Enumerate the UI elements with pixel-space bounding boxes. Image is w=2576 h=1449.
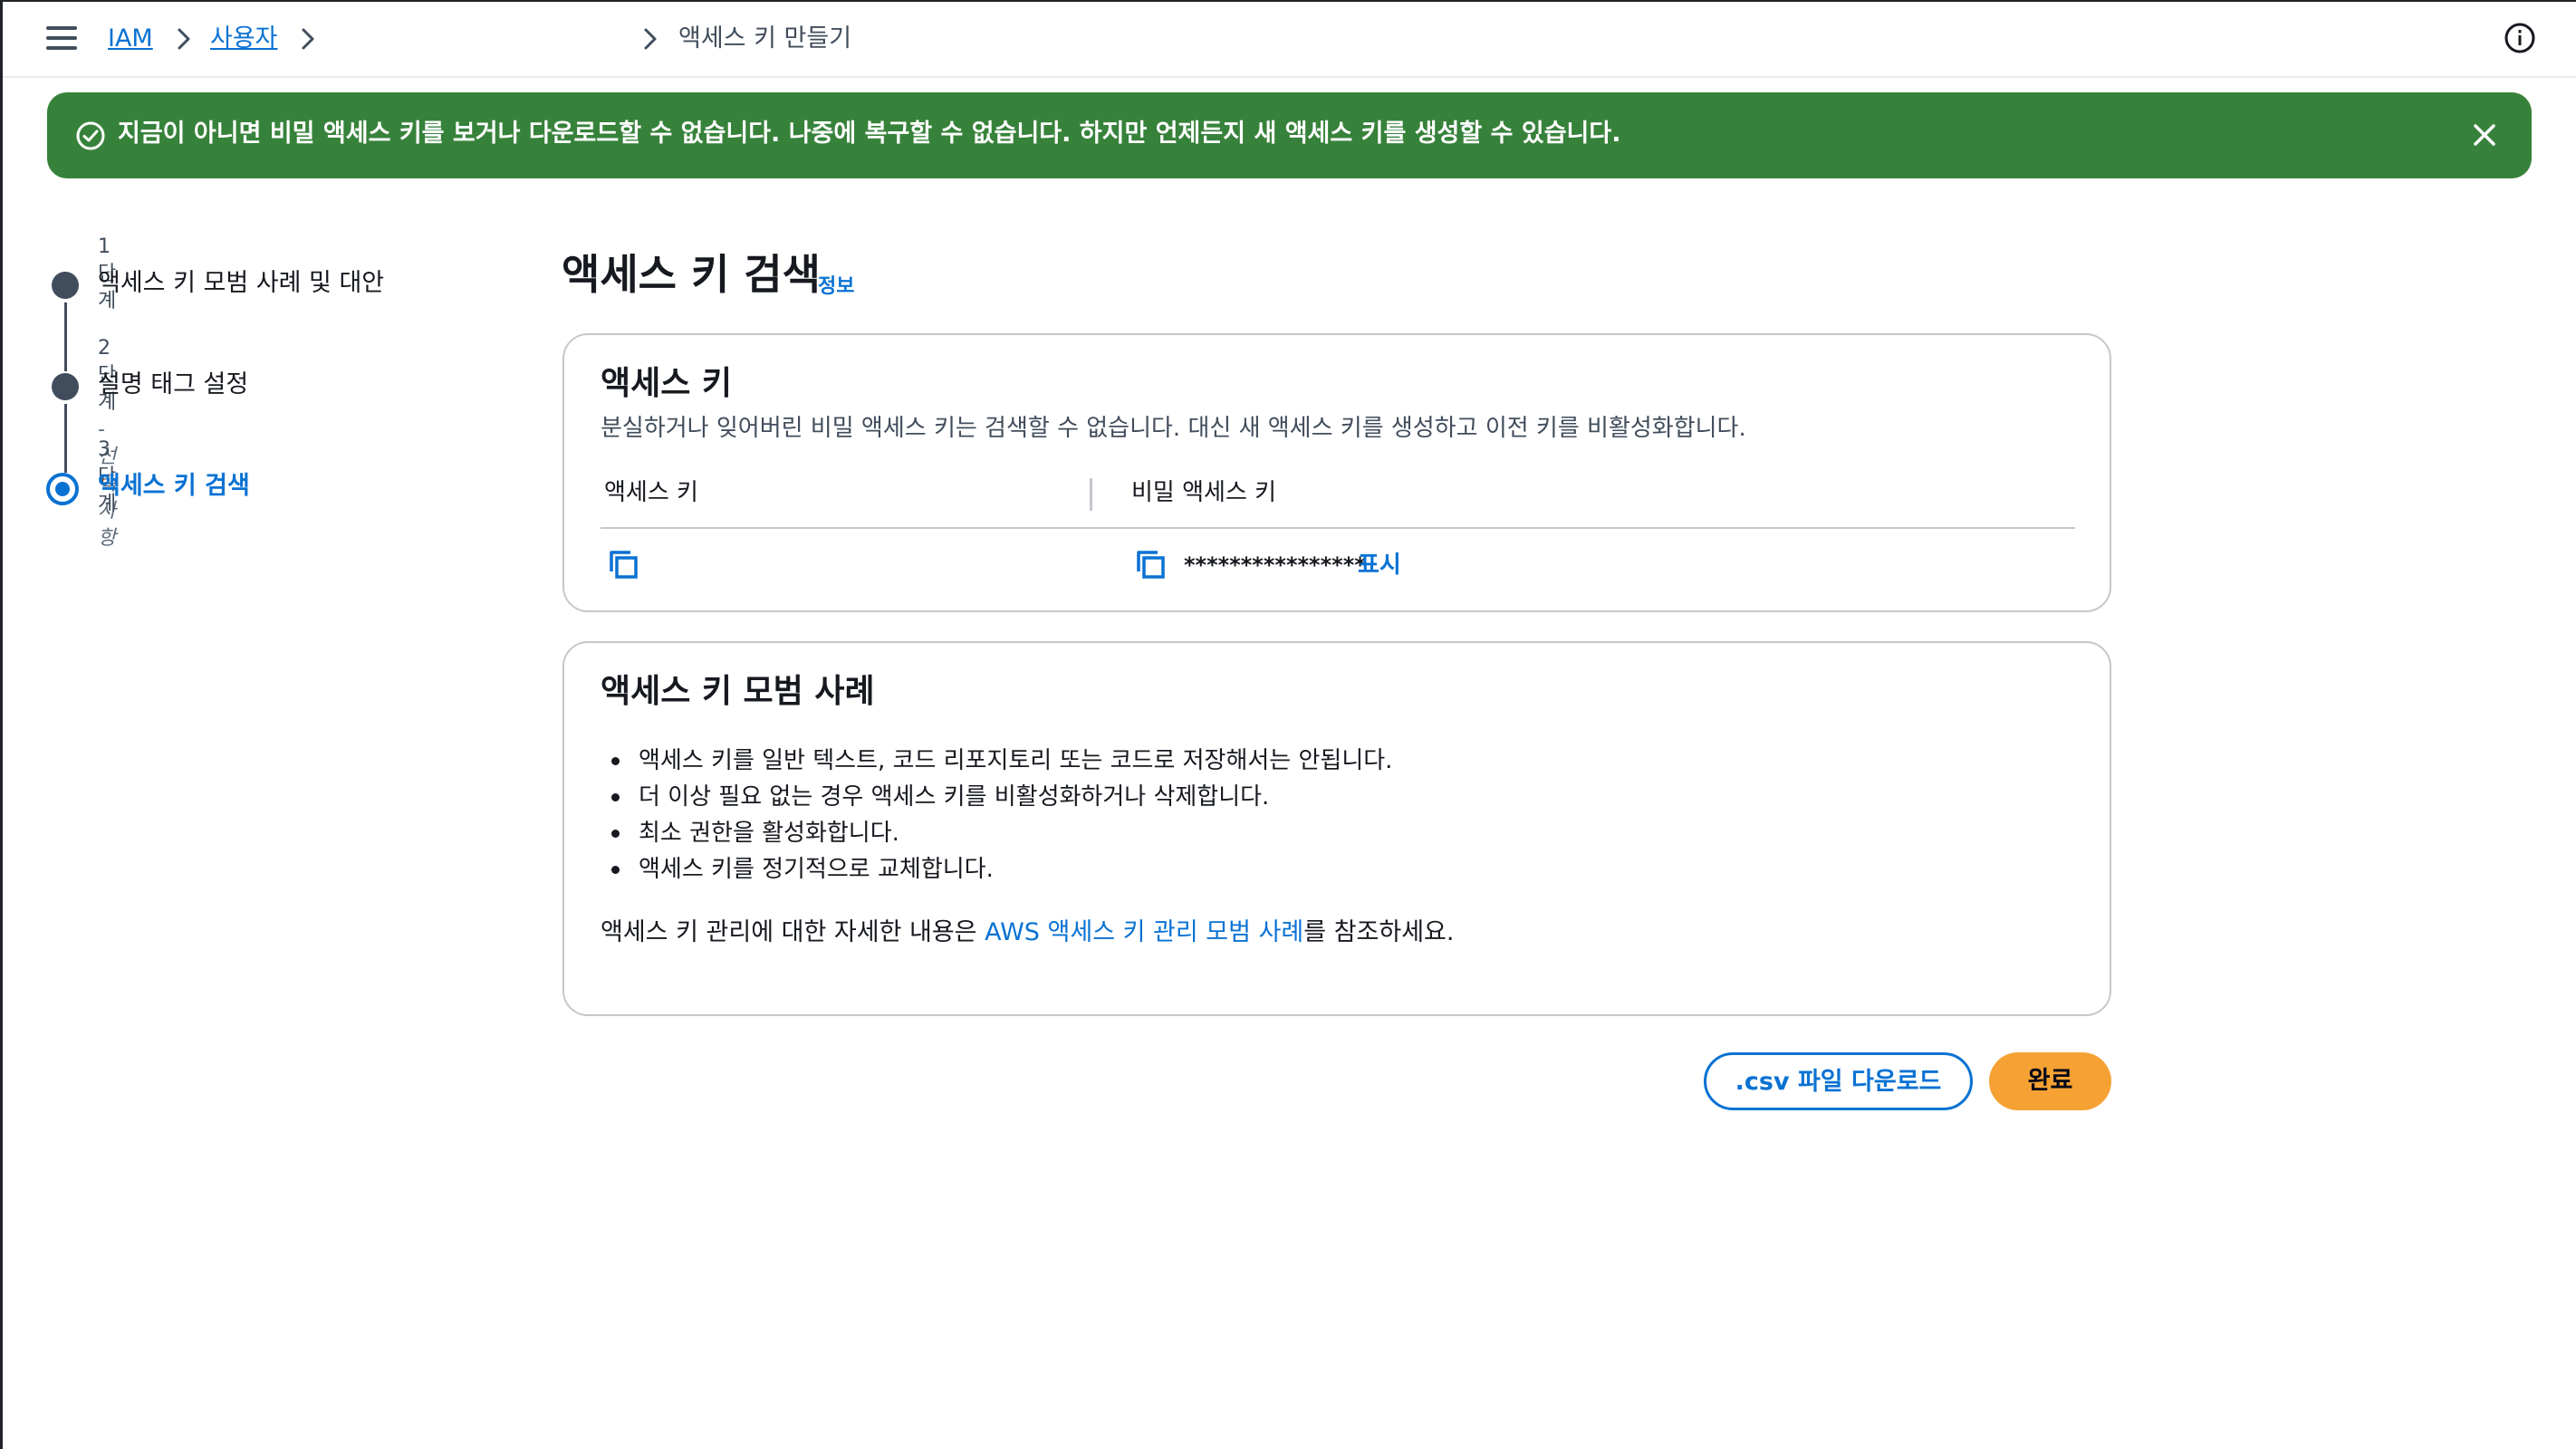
check-circle-icon [74,120,107,152]
download-csv-button[interactable]: .csv 파일 다운로드 [1704,1052,1973,1110]
step-connector [64,404,67,473]
access-key-card: 액세스 키 분실하거나 잊어버린 비밀 액세스 키는 검색할 수 없습니다. 대… [562,333,2111,612]
card-description: 분실하거나 잊어버린 비밀 액세스 키는 검색할 수 없습니다. 대신 새 액세… [601,415,1746,442]
card-title: 액세스 키 [601,365,733,402]
step-3-dot-active [46,473,79,505]
chevron-right-icon [294,25,322,53]
step-2-dot [52,373,79,400]
list-item: 액세스 키를 일반 텍스트, 코드 리포지토리 또는 코드로 저장해서는 안됩니… [601,743,1392,779]
column-divider [1090,478,1092,511]
breadcrumb-users[interactable]: 사용자 [210,22,278,56]
info-circle-icon[interactable] [2504,22,2536,54]
breadcrumb-current: 액세스 키 만들기 [678,24,852,53]
card-title: 액세스 키 모범 사례 [601,673,875,710]
step-3-title[interactable]: 액세스 키 검색 [98,469,250,504]
secret-access-key-masked: **************** [1184,552,1366,578]
success-flash-banner: 지금이 아니면 비밀 액세스 키를 보거나 다운로드할 수 없습니다. 나중에 … [47,92,2532,178]
list-item: 액세스 키를 정기적으로 교체합니다. [601,851,1392,888]
flash-message: 지금이 아니면 비밀 액세스 키를 보거나 다운로드할 수 없습니다. 나중에 … [118,120,1621,148]
column-header-secret-key: 비밀 액세스 키 [1131,479,1277,506]
page-title: 액세스 키 검색 [562,250,821,299]
copy-icon[interactable] [608,549,640,581]
step-1-title[interactable]: 액세스 키 모범 사례 및 대안 [98,266,384,301]
best-practices-list: 액세스 키를 일반 텍스트, 코드 리포지토리 또는 코드로 저장해서는 안됩니… [601,743,1392,888]
best-practices-card: 액세스 키 모범 사례 액세스 키를 일반 텍스트, 코드 리포지토리 또는 코… [562,641,2111,1016]
reference-text: 액세스 키 관리에 대한 자세한 내용은 AWS 액세스 키 관리 모범 사례를… [601,915,1454,951]
window-left-border [0,0,3,1449]
info-link[interactable]: 정보 [818,270,854,299]
step-1-dot [52,272,79,299]
chevron-right-icon [170,25,197,53]
table-divider [601,527,2075,529]
close-icon[interactable] [2465,116,2504,154]
best-practices-link[interactable]: AWS 액세스 키 관리 모범 사례 [985,918,1303,946]
list-item: 더 이상 필요 없는 경우 액세스 키를 비활성화하거나 삭제합니다. [601,779,1392,815]
hamburger-menu-icon[interactable] [46,26,77,52]
step-connector [64,302,67,371]
breadcrumb-iam[interactable]: IAM [108,22,153,56]
top-navigation-bar: IAM 사용자 액세스 키 만들기 [3,2,2576,78]
reference-suffix: 를 참조하세요. [1303,918,1455,946]
column-header-access-key: 액세스 키 [604,479,698,506]
chevron-right-icon [637,25,664,53]
reference-prefix: 액세스 키 관리에 대한 자세한 내용은 [601,918,985,946]
step-2-title[interactable]: 설명 태그 설정 [98,368,248,402]
done-button[interactable]: 완료 [1989,1052,2111,1110]
copy-icon[interactable] [1135,549,1168,581]
list-item: 최소 권한을 활성화합니다. [601,815,1392,851]
show-secret-link[interactable]: 표시 [1358,549,1401,581]
